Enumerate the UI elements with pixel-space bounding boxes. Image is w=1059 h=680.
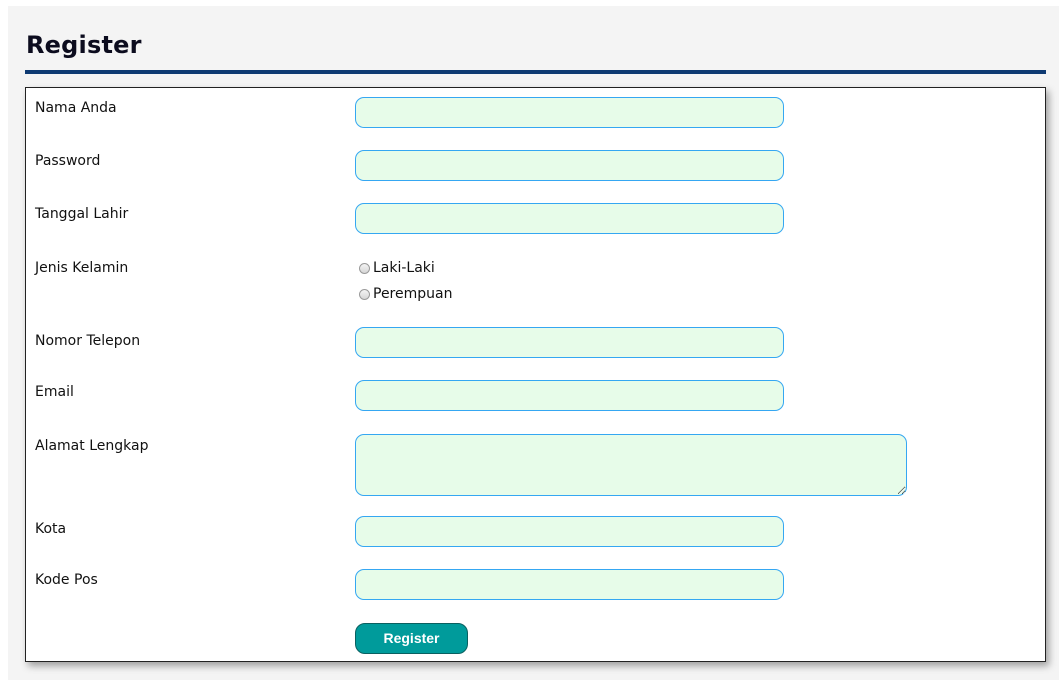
nama-anda-input[interactable] <box>355 97 784 128</box>
alamat-lengkap-label: Alamat Lengkap <box>35 438 149 454</box>
email-label: Email <box>35 384 74 400</box>
kode-pos-label: Kode Pos <box>35 572 98 588</box>
tanggal-lahir-label: Tanggal Lahir <box>35 206 129 222</box>
email-input[interactable] <box>355 380 784 411</box>
title-divider <box>25 70 1046 74</box>
radio-label-laki-laki[interactable]: Laki-Laki <box>373 260 435 276</box>
register-form: Nama Anda Password Tanggal Lahir Jenis K… <box>25 87 1046 662</box>
tanggal-lahir-input[interactable] <box>355 203 784 234</box>
register-button[interactable]: Register <box>355 623 468 654</box>
kota-input[interactable] <box>355 516 784 547</box>
nomor-telepon-input[interactable] <box>355 327 784 358</box>
jenis-kelamin-label: Jenis Kelamin <box>35 260 129 276</box>
password-input[interactable] <box>355 150 784 181</box>
page-title: Register <box>26 31 142 59</box>
radio-option-laki-laki[interactable]: Laki-Laki <box>359 255 452 281</box>
radio-button-laki-laki[interactable] <box>359 262 370 274</box>
password-label: Password <box>35 153 101 169</box>
radio-option-perempuan[interactable]: Perempuan <box>359 281 452 307</box>
jenis-kelamin-radio-group: Laki-Laki Perempuan <box>359 255 452 307</box>
nama-anda-label: Nama Anda <box>35 100 117 116</box>
nomor-telepon-label: Nomor Telepon <box>35 333 141 349</box>
radio-button-perempuan[interactable] <box>359 288 370 300</box>
radio-label-perempuan[interactable]: Perempuan <box>373 286 452 302</box>
alamat-lengkap-textarea[interactable] <box>355 434 907 496</box>
kode-pos-input[interactable] <box>355 569 784 600</box>
kota-label: Kota <box>35 521 67 537</box>
